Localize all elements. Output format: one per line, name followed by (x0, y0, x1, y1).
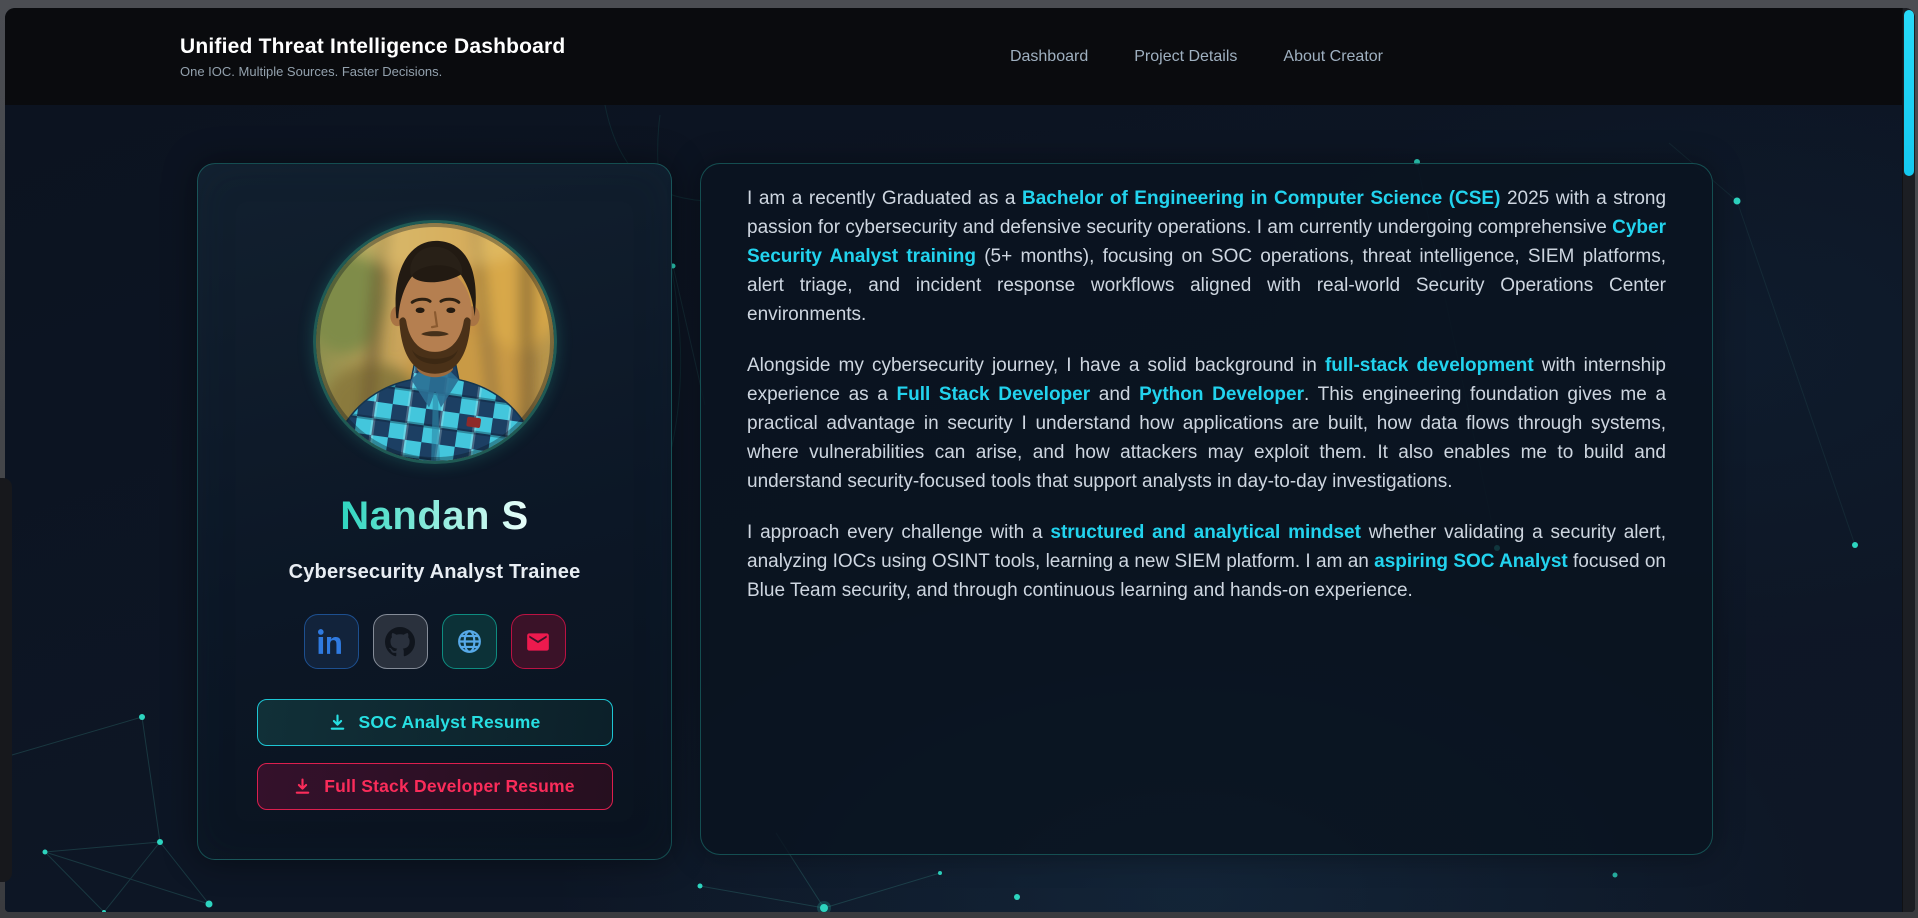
content-area: Nandan S Cybersecurity Analyst Trainee S… (197, 163, 1713, 860)
profile-card: Nandan S Cybersecurity Analyst Trainee S… (197, 163, 672, 860)
mail-icon (527, 632, 549, 651)
globe-icon (457, 630, 481, 653)
brand: Unified Threat Intelligence Dashboard On… (180, 35, 565, 79)
about-panel: I am a recently Graduated as a Bachelor … (700, 163, 1713, 855)
page-title: Unified Threat Intelligence Dashboard (180, 34, 566, 58)
main-area: Nandan S Cybersecurity Analyst Trainee S… (5, 105, 1915, 912)
nav-project-details[interactable]: Project Details (1134, 48, 1237, 66)
about-paragraph-1: I am a recently Graduated as a Bachelor … (747, 188, 1667, 325)
download-icon (330, 714, 344, 730)
app-window: Unified Threat Intelligence Dashboard On… (5, 8, 1915, 912)
soc-analyst-resume-button[interactable]: SOC Analyst Resume (256, 699, 613, 746)
social-links (303, 614, 566, 669)
email-button[interactable] (510, 614, 566, 669)
nav-dashboard[interactable]: Dashboard (1010, 48, 1088, 66)
app-header: Unified Threat Intelligence Dashboard On… (5, 8, 1915, 105)
left-edge-panel (0, 478, 12, 882)
linkedin-icon (317, 629, 341, 654)
scrollbar-track[interactable] (1902, 8, 1915, 912)
page-subtitle: One IOC. Multiple Sources. Faster Decisi… (180, 63, 443, 79)
fsd-resume-label: Full Stack Developer Resume (324, 776, 575, 796)
about-paragraph-2: Alongside my cybersecurity journey, I ha… (747, 355, 1667, 492)
website-button[interactable] (441, 614, 497, 669)
avatar-illustration (315, 223, 554, 461)
fullstack-resume-button[interactable]: Full Stack Developer Resume (256, 763, 613, 810)
nav-about-creator[interactable]: About Creator (1283, 48, 1383, 66)
github-icon (385, 626, 415, 656)
profile-name: Nandan S (340, 494, 529, 538)
about-paragraph-3: I approach every challenge with a struct… (747, 522, 1666, 601)
download-icon (295, 778, 310, 794)
profile-role: Cybersecurity Analyst Trainee (288, 561, 581, 583)
main-nav: Dashboard Project Details About Creator (1010, 48, 1383, 66)
soc-resume-label: SOC Analyst Resume (358, 712, 541, 732)
github-button[interactable] (372, 614, 428, 669)
scrollbar-thumb[interactable] (1904, 10, 1914, 176)
linkedin-button[interactable] (303, 614, 359, 669)
profile-photo (312, 220, 557, 464)
